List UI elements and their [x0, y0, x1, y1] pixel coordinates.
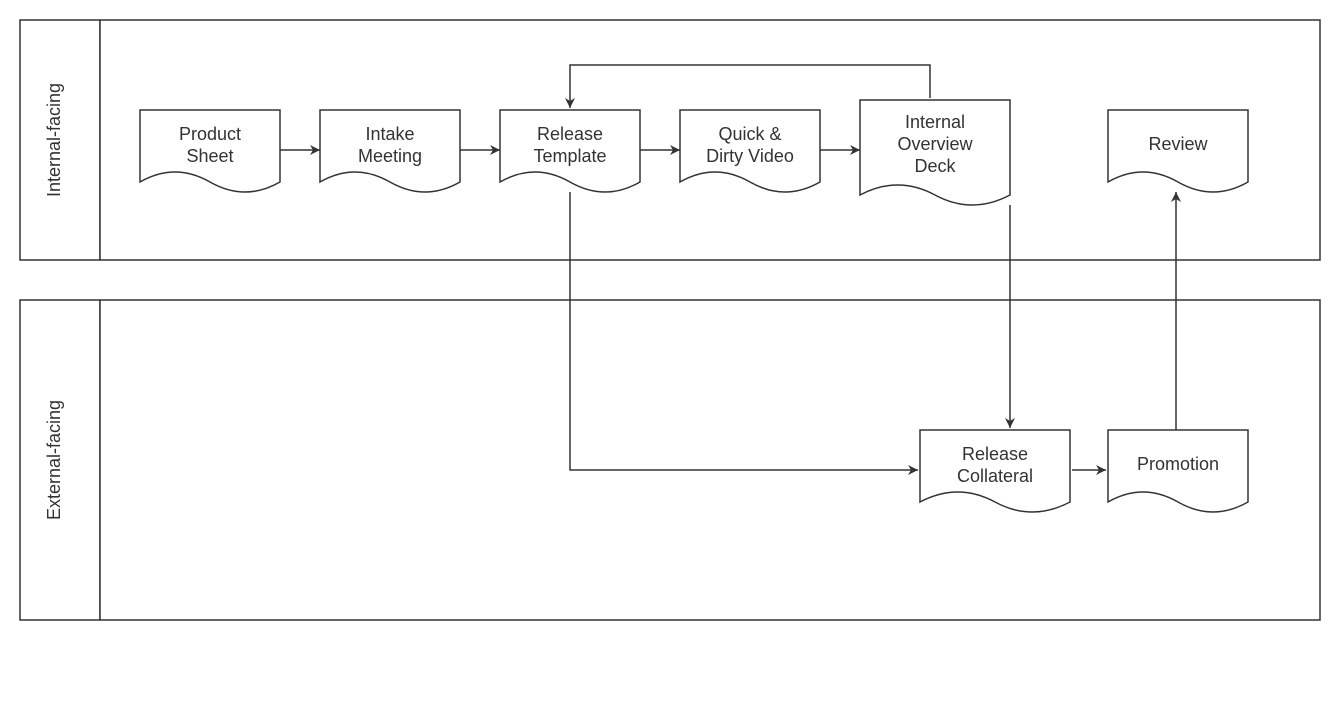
lane-external-label: External-facing: [44, 400, 64, 520]
node-overview-deck-l3: Deck: [914, 156, 956, 176]
node-release-template-l2: Template: [533, 146, 606, 166]
node-product-sheet-l2: Sheet: [186, 146, 233, 166]
node-release-template-l1: Release: [537, 124, 603, 144]
swimlane-diagram: Internal-facing External-facing Product: [0, 0, 1344, 701]
node-overview-deck-l2: Overview: [897, 134, 973, 154]
node-promotion-l1: Promotion: [1137, 454, 1219, 474]
node-intake-meeting-l2: Meeting: [358, 146, 422, 166]
lane-internal-label: Internal-facing: [44, 83, 64, 197]
node-overview-deck-l1: Internal: [905, 112, 965, 132]
node-release-collateral-l2: Collateral: [957, 466, 1033, 486]
node-quick-dirty-l2: Dirty Video: [706, 146, 794, 166]
node-product-sheet-l1: Product: [179, 124, 241, 144]
node-review-l1: Review: [1148, 134, 1208, 154]
node-quick-dirty-l1: Quick &: [718, 124, 781, 144]
node-intake-meeting-l1: Intake: [365, 124, 414, 144]
node-release-collateral-l1: Release: [962, 444, 1028, 464]
